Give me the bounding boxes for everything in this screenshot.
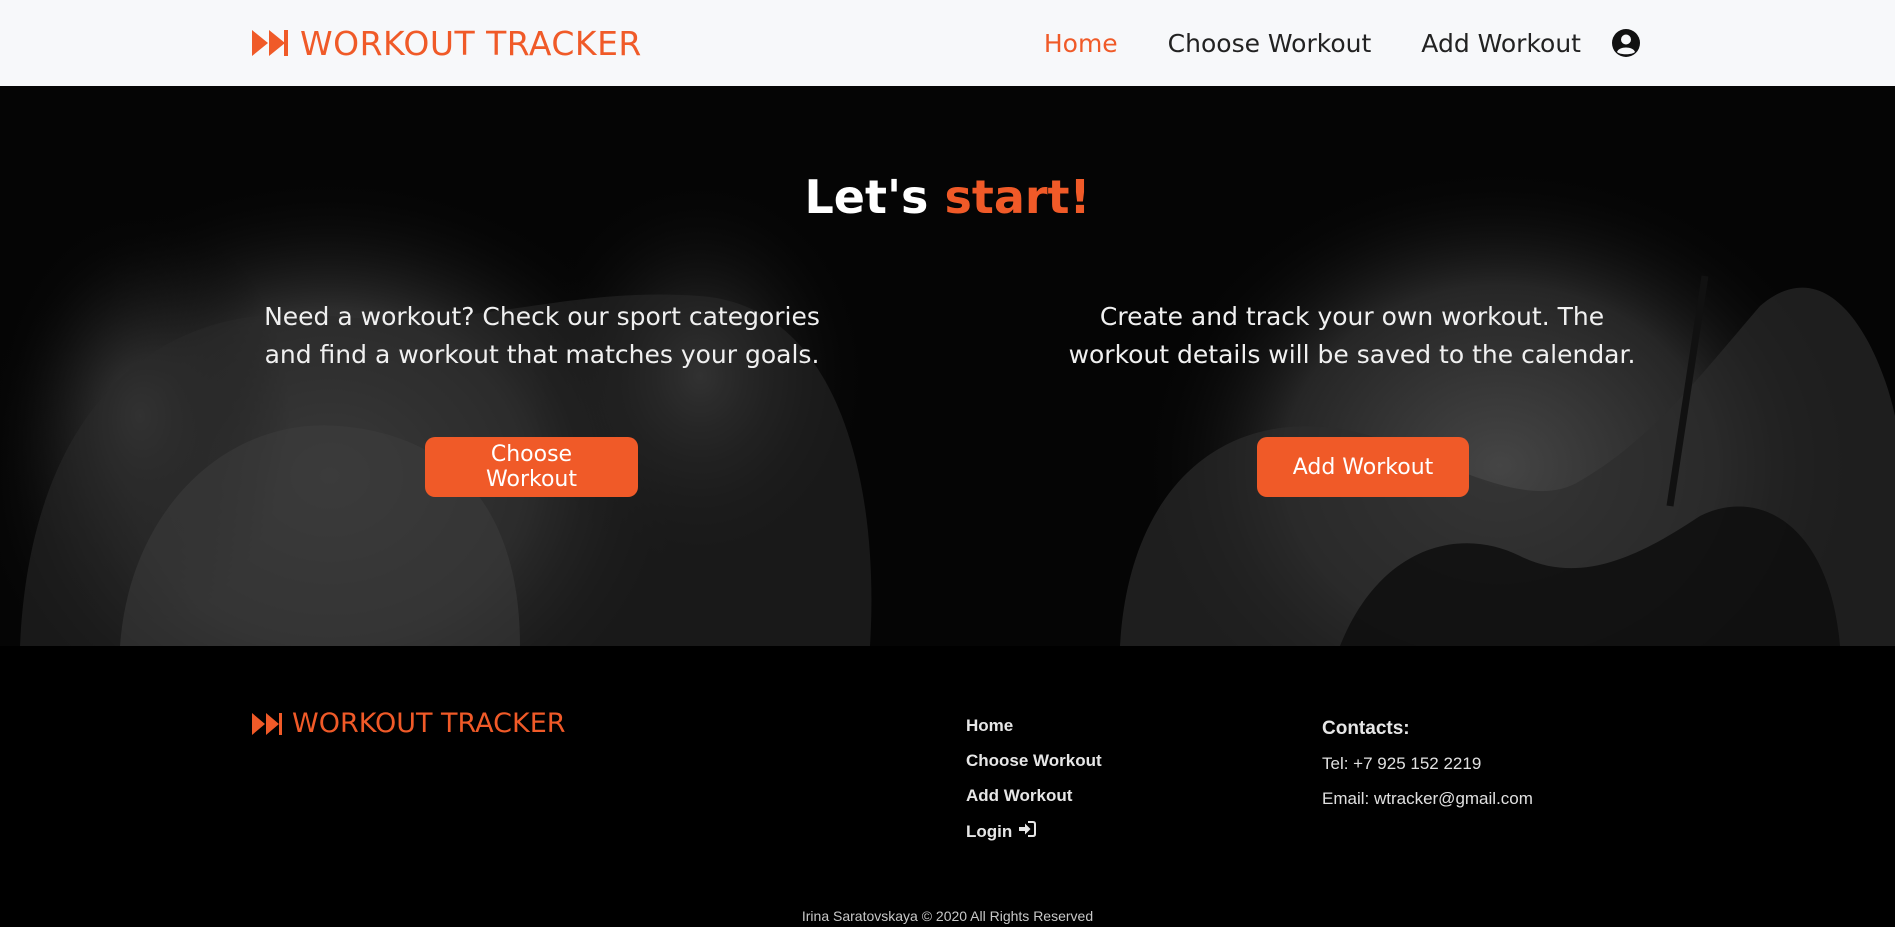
footer-brand[interactable]: WORKOUT TRACKER	[252, 708, 566, 739]
choose-workout-description: Need a workout? Check our sport categori…	[264, 302, 820, 369]
brand-logo-link[interactable]: WORKOUT TRACKER	[252, 22, 642, 64]
contacts-title: Contacts:	[1322, 718, 1410, 739]
fast-forward-icon	[252, 30, 288, 56]
add-workout-description: Create and track your own workout. The w…	[1068, 302, 1636, 369]
hero-title-accent: start!	[944, 170, 1091, 224]
footer-link-login[interactable]: Login	[966, 821, 1037, 842]
nav-add-workout[interactable]: Add Workout	[1421, 29, 1581, 58]
contacts-phone: Tel: +7 925 152 2219	[1322, 754, 1482, 773]
nav-menu: Home Choose Workout Add Workout	[1044, 22, 1641, 64]
footer-link-home[interactable]: Home	[966, 716, 1013, 736]
add-workout-button[interactable]: Add Workout	[1257, 437, 1469, 497]
footer-brand-name: WORKOUT TRACKER	[292, 708, 566, 739]
footer-link-add-workout[interactable]: Add Workout	[966, 786, 1072, 806]
hero-section: Let's start! Need a workout? Check our s…	[0, 86, 1895, 646]
footer-contacts: Contacts: Tel: +7 925 152 2219 Email: wt…	[1322, 718, 1533, 824]
footer: WORKOUT TRACKER Home Choose Workout Add …	[0, 646, 1895, 927]
contacts-email: Email: wtracker@gmail.com	[1322, 789, 1533, 808]
choose-workout-button[interactable]: Choose Workout	[425, 437, 638, 497]
brand-name: WORKOUT TRACKER	[300, 23, 642, 63]
nav-home[interactable]: Home	[1044, 29, 1118, 58]
hero-title: Let's start!	[0, 170, 1895, 224]
footer-link-choose-workout[interactable]: Choose Workout	[966, 751, 1102, 771]
hero-title-main: Let's	[804, 170, 929, 224]
footer-link-login-label: Login	[966, 821, 1013, 841]
nav-choose-workout[interactable]: Choose Workout	[1168, 29, 1372, 58]
sign-in-icon	[1018, 821, 1037, 842]
user-circle-icon[interactable]	[1611, 28, 1641, 58]
fast-forward-icon	[252, 712, 282, 735]
footer-nav: Home Choose Workout Add Workout Login	[966, 716, 1102, 856]
copyright: Irina Saratovskaya © 2020 All Rights Res…	[801, 908, 1094, 924]
navbar: WORKOUT TRACKER Home Choose Workout Add …	[0, 0, 1895, 86]
